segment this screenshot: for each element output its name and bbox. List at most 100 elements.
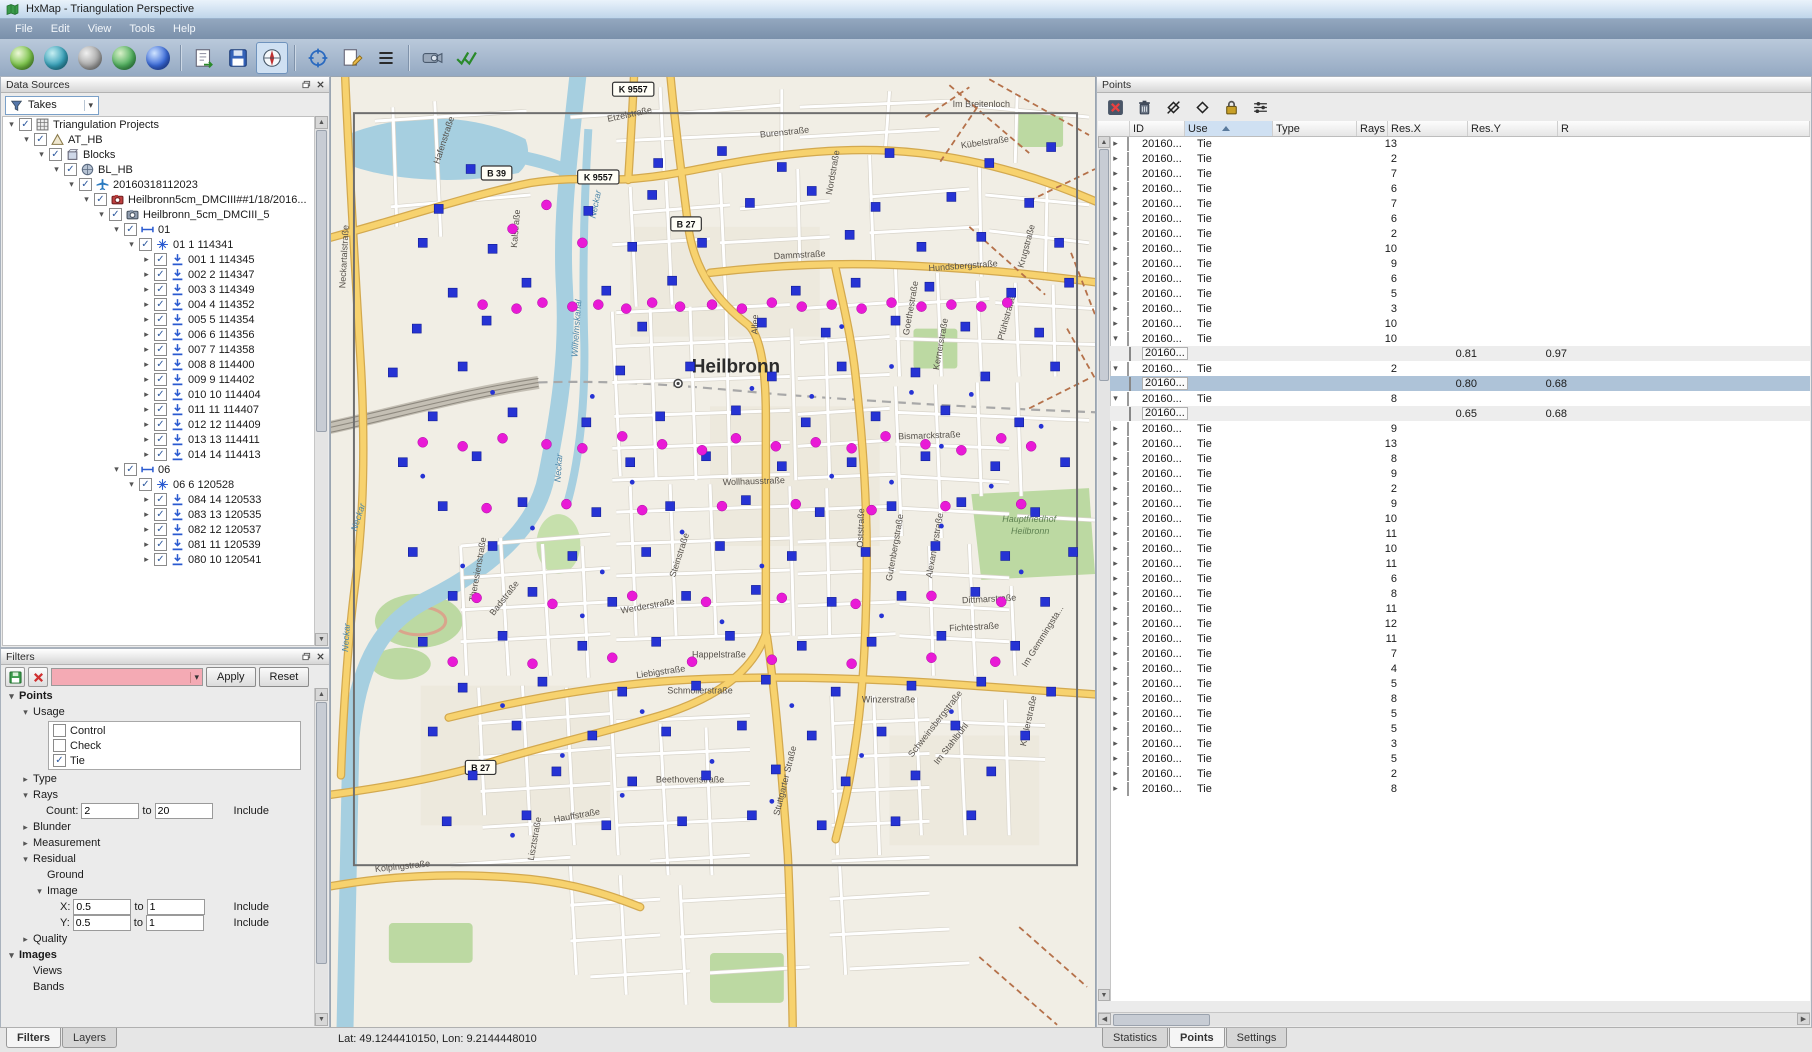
column-header-use[interactable]: Use [1185,121,1273,136]
tie-point-square[interactable] [592,508,601,517]
tie-point-square[interactable] [418,637,427,646]
filter-row[interactable]: ▸Blunder [2,819,315,835]
expander-icon[interactable]: ▸ [1110,258,1121,269]
globe-teal-icon[interactable] [40,42,72,74]
tree-checkbox[interactable]: ✓ [154,403,167,416]
tie-point-square[interactable] [751,585,760,594]
expander-icon[interactable]: ▸ [141,299,152,310]
tie-point-small-dot[interactable] [620,793,625,798]
tie-point-square[interactable] [584,206,593,215]
expander-icon[interactable]: ▾ [66,179,77,190]
tie-point-square[interactable] [508,408,517,417]
expander-icon[interactable]: ▾ [1110,363,1121,374]
tie-point-small-dot[interactable] [720,619,725,624]
tie-point-dot[interactable] [617,431,627,441]
expander-icon[interactable]: ▸ [20,822,31,833]
tie-point-small-dot[interactable] [530,526,535,531]
row-checkbox[interactable] [1127,557,1129,571]
tree-item[interactable]: ▾✓AT_HB [3,132,314,147]
tie-point-dot[interactable] [627,591,637,601]
points-subrow[interactable]: 20160...0.810.97 [1110,346,1810,361]
tie-point-small-dot[interactable] [759,564,764,569]
row-checkbox[interactable] [1127,317,1129,331]
expander-icon[interactable]: ▸ [1110,678,1121,689]
tie-point-square[interactable] [698,238,707,247]
tree-item[interactable]: ▾✓Blocks [3,147,314,162]
expander-icon[interactable]: ▸ [141,524,152,535]
tree-checkbox[interactable]: ✓ [154,538,167,551]
points-row[interactable]: ▸20160...Tie10 [1110,241,1810,256]
expander-icon[interactable]: ▸ [1110,243,1121,254]
count-to-input[interactable] [155,803,213,819]
row-checkbox[interactable] [1127,572,1129,586]
row-checkbox[interactable] [1127,332,1129,346]
tree-checkbox[interactable]: ✓ [139,478,152,491]
tie-point-square[interactable] [1001,552,1010,561]
points-row[interactable]: ▸20160...Tie11 [1110,631,1810,646]
expander-icon[interactable]: ▸ [141,344,152,355]
row-checkbox[interactable] [1127,662,1129,676]
tie-point-square[interactable] [466,165,475,174]
expander-icon[interactable]: ▸ [20,934,31,945]
tie-point-dot[interactable] [472,593,482,603]
filter-row[interactable]: Bands [2,979,315,995]
tree-item[interactable]: ▸✓014 14 114413 [3,447,314,462]
tie-point-small-dot[interactable] [839,324,844,329]
expander-icon[interactable]: ▸ [1110,723,1121,734]
tree-checkbox[interactable]: ✓ [154,343,167,356]
filter-checkbox-tie[interactable]: ✓ [53,754,66,767]
tie-point-square[interactable] [771,765,780,774]
tie-point-square[interactable] [616,366,625,375]
tab-layers[interactable]: Layers [62,1028,117,1048]
tie-point-square[interactable] [791,286,800,295]
column-header-resy[interactable]: Res.Y [1468,121,1558,136]
tree-checkbox[interactable]: ✓ [154,298,167,311]
list-icon[interactable] [370,42,402,74]
globe-blue-icon[interactable] [142,42,174,74]
row-checkbox[interactable] [1127,152,1129,166]
x-to-input[interactable] [147,899,205,915]
tie-point-square[interactable] [1021,731,1030,740]
expander-icon[interactable]: ▸ [1110,468,1121,479]
column-header-type[interactable]: Type [1273,121,1357,136]
row-checkbox[interactable] [1127,482,1129,496]
tie-point-square[interactable] [967,811,976,820]
tree-checkbox[interactable]: ✓ [49,148,62,161]
tie-point-dot[interactable] [717,501,727,511]
tree-checkbox[interactable]: ✓ [64,163,77,176]
tie-point-small-dot[interactable] [460,564,465,569]
expander-icon[interactable]: ▾ [81,194,92,205]
expander-icon[interactable]: ▸ [141,359,152,370]
points-row[interactable]: ▸20160...Tie9 [1110,421,1810,436]
tie-point-square[interactable] [552,767,561,776]
row-checkbox[interactable] [1127,707,1129,721]
tie-point-square[interactable] [528,587,537,596]
points-row[interactable]: ▸20160...Tie7 [1110,166,1810,181]
expander-icon[interactable]: ▸ [141,284,152,295]
tab-points[interactable]: Points [1169,1028,1225,1048]
tie-point-square[interactable] [821,328,830,337]
tree-item[interactable]: ▾✓06 [3,462,314,477]
trash-icon[interactable] [1132,95,1156,119]
tie-point-square[interactable] [725,631,734,640]
tie-point-dot[interactable] [537,298,547,308]
row-checkbox[interactable] [1127,767,1129,781]
lock-icon[interactable] [1219,95,1243,119]
tie-point-small-dot[interactable] [680,530,685,535]
expander-icon[interactable]: ▸ [141,374,152,385]
scroll-up-icon[interactable]: ▲ [315,688,328,701]
tie-point-square[interactable] [815,508,824,517]
tie-point-dot[interactable] [851,599,861,609]
tie-point-square[interactable] [797,641,806,650]
tie-point-square[interactable] [498,631,507,640]
tie-point-dot[interactable] [881,431,891,441]
x-from-input[interactable] [73,899,131,915]
expander-icon[interactable]: ▸ [141,434,152,445]
tie-point-dot[interactable] [920,439,930,449]
tie-point-small-dot[interactable] [809,394,814,399]
tie-point-small-dot[interactable] [640,709,645,714]
row-checkbox[interactable] [1127,227,1129,241]
tree-checkbox[interactable]: ✓ [154,508,167,521]
row-checkbox[interactable] [1127,632,1129,646]
tie-point-dot[interactable] [647,298,657,308]
